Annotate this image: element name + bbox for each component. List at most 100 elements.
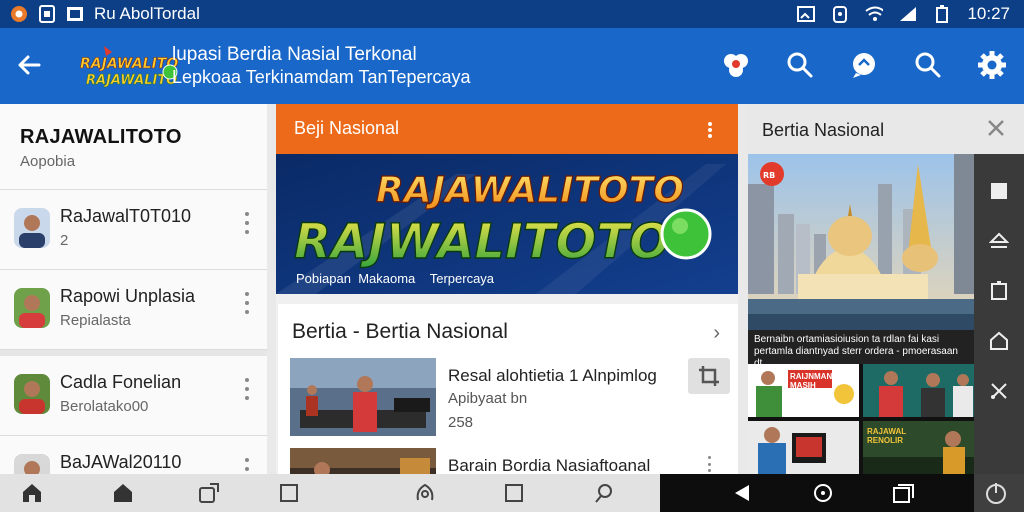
contact-item[interactable]: Rapowi Unplasia Repialasta <box>0 270 267 350</box>
battery-icon <box>933 5 951 23</box>
contact-name: RaJawalT0T010 <box>60 206 192 226</box>
hero-caption: Bernaibn ortamiasioiusion ta rdlan fai k… <box>748 330 974 369</box>
left-panel-header: RAJAWALITOTO Aopobia <box>0 104 267 190</box>
contact-name: Rapowi Unplasia <box>60 286 196 306</box>
avatar <box>14 288 50 328</box>
signal-icon <box>899 5 917 23</box>
power-icon[interactable] <box>984 482 1008 504</box>
tile-label: RAIJNMAN MASIH <box>790 372 833 390</box>
chat-icon[interactable] <box>846 46 882 84</box>
more-vert-icon[interactable] <box>243 292 251 314</box>
status-app-label: Ru AbolTordal <box>94 4 200 23</box>
status-time: 10:27 <box>967 4 1010 23</box>
banner-caption: Pobiapan Makaoma Terpercaya <box>296 271 495 286</box>
contact-item[interactable]: BaJAWal20110 <box>0 436 267 474</box>
wifi-icon <box>865 5 884 23</box>
app-subtitle: Lepkoaa Terkinamdam TanTepercaya <box>172 67 471 87</box>
home-outline-icon[interactable] <box>988 330 1010 352</box>
contact-subtitle: 2 <box>60 232 69 249</box>
search-icon[interactable] <box>592 482 616 504</box>
cast-icon <box>797 5 816 23</box>
left-panel-title: RAJAWALITOTO <box>20 126 182 148</box>
scissors-icon[interactable] <box>988 380 1010 402</box>
thumbnail-tile[interactable] <box>863 364 974 417</box>
sim-icon <box>38 5 56 23</box>
bottom-nav-light <box>0 474 660 512</box>
section-title: Bertia - Bertia Nasional <box>292 320 508 343</box>
banner-title-top: RAJAWALITOTO <box>376 170 684 211</box>
news-header-title: Beji Nasional <box>294 118 400 138</box>
right-panel-title: Bertia Nasional <box>762 120 885 140</box>
more-vert-icon[interactable] <box>708 456 712 472</box>
svg-text:RB: RB <box>763 171 775 180</box>
search-icon[interactable] <box>782 46 818 84</box>
hero-image[interactable]: RB <box>748 154 974 330</box>
right-panel-header: Bertia Nasional <box>748 104 974 154</box>
avatar <box>14 454 50 474</box>
side-toolbar <box>974 154 1024 474</box>
square-icon[interactable] <box>988 180 1010 202</box>
back-button[interactable] <box>14 50 44 80</box>
thumbnail-tile[interactable]: RAIJNMAN MASIH <box>748 364 859 417</box>
square-icon-2[interactable] <box>502 482 526 504</box>
avatar <box>14 374 50 414</box>
thumbnail-grid: RAIJNMAN MASIH RAJAWAL RENOLIR <box>748 364 974 474</box>
more-vert-icon[interactable] <box>243 458 251 474</box>
flower-icon[interactable] <box>718 46 754 84</box>
close-button[interactable] <box>982 114 1010 142</box>
contact-name: BaJAWal20110 <box>60 452 182 472</box>
bottom-nav <box>0 474 1024 512</box>
settings-icon[interactable] <box>974 46 1010 84</box>
camera-icon <box>10 5 28 23</box>
status-bar: Ru AbolTordal 10:27 <box>0 0 1024 28</box>
news-meta: Apibyaat bn <box>448 390 528 407</box>
news-item[interactable]: Resal alohtietia 1 Alnpimlog Apibyaat bn… <box>290 358 730 438</box>
news-thumbnail <box>290 448 436 474</box>
image-icon <box>66 5 84 23</box>
news-header: Beji Nasional <box>276 104 738 154</box>
contact-name: Cadla Fonelian <box>60 372 182 392</box>
crop-icon[interactable] <box>688 358 730 394</box>
arrow-left-icon <box>18 55 41 75</box>
contact-subtitle: Repialasta <box>60 312 131 329</box>
right-panel: Bertia Nasional RB Bernaibn ortamiasioiu… <box>748 104 1024 474</box>
eject-icon[interactable] <box>988 230 1010 252</box>
tablet-icon[interactable] <box>988 280 1010 302</box>
contact-item[interactable]: Cadla Fonelian Berolatako00 <box>0 356 267 436</box>
thumbnail-tile[interactable] <box>748 421 859 474</box>
brand-logo: RAJAWALITOTO RAJAWALITOTO <box>78 44 200 90</box>
location-icon[interactable] <box>413 482 437 504</box>
news-headline: Resal alohtietia 1 Alnpimlog <box>448 366 657 385</box>
left-panel-subtitle: Aopobia <box>20 153 76 170</box>
more-vert-icon[interactable] <box>708 122 712 138</box>
more-vert-icon[interactable] <box>243 378 251 400</box>
back-triangle-icon[interactable] <box>730 482 754 504</box>
square-icon[interactable] <box>277 482 301 504</box>
home-filled-icon[interactable] <box>111 482 135 504</box>
thumbnail-tile[interactable]: RAJAWAL RENOLIR <box>863 421 974 474</box>
recents-icon[interactable] <box>892 482 916 504</box>
app-bar: RAJAWALITOTO RAJAWALITOTO lupasi Berdia … <box>0 28 1024 104</box>
banner-title-bottom: RAJWALITOTO <box>294 214 670 270</box>
home-icon[interactable] <box>20 482 44 504</box>
center-panel: Beji Nasional RAJAWALITOTO RAJWALITOTO P… <box>276 104 738 474</box>
news-item[interactable]: Barain Bordia Nasiaftoanal <box>290 448 730 474</box>
app-title: lupasi Berdia Nasial Terkonal <box>172 44 417 65</box>
promo-banner[interactable]: RAJAWALITOTO RAJWALITOTO Pobiapan Makaom… <box>276 154 738 294</box>
contact-subtitle: Berolatako00 <box>60 398 149 415</box>
chevron-right-icon[interactable]: › <box>713 322 720 345</box>
contact-item[interactable]: RaJawalT0T010 2 <box>0 190 267 270</box>
avatar <box>14 208 50 248</box>
home-circle-icon[interactable] <box>811 482 835 504</box>
close-icon <box>988 120 1004 136</box>
news-headline: Barain Bordia Nasiaftoanal <box>448 456 651 474</box>
search-icon-2[interactable] <box>910 46 946 84</box>
left-panel: RAJAWALITOTO Aopobia RaJawalT0T010 2 Rap… <box>0 104 267 474</box>
news-count: 258 <box>448 414 474 431</box>
news-card: Bertia - Bertia Nasional › Resal alohtie… <box>278 304 738 474</box>
more-vert-icon[interactable] <box>243 212 251 234</box>
news-thumbnail <box>290 358 436 436</box>
tile-label: RAJAWAL RENOLIR <box>867 427 907 445</box>
alarm-icon <box>831 5 849 23</box>
share-icon[interactable] <box>197 482 221 504</box>
